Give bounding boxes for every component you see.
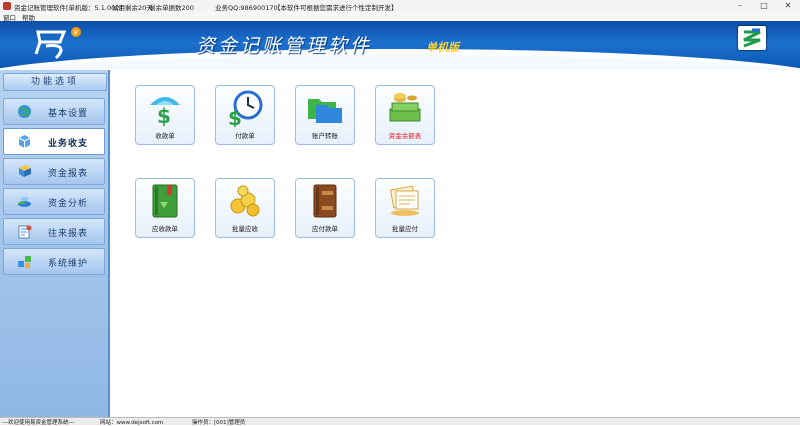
money-stack-icon (389, 93, 421, 122)
account-transfer-tile[interactable]: 账户转账 (295, 85, 355, 145)
coins-icon (230, 185, 260, 217)
svg-text:$: $ (228, 106, 242, 127)
gears-icon (18, 256, 31, 268)
tile-label: 资金余额表 (388, 132, 422, 140)
status-website: 网站：www.dejsoft.com (100, 420, 164, 426)
banner: ¥ 资金记账管理软件 单机版 (0, 21, 800, 70)
tile-label: 账户转账 (312, 132, 338, 140)
brown-book-icon (313, 184, 337, 218)
business-qq: 业务QQ:986900170 (215, 4, 278, 12)
documents-icon (390, 185, 419, 216)
folders-icon (308, 99, 342, 123)
tile-label: 批量应收 (232, 225, 258, 233)
maximize-icon[interactable]: □ (752, 0, 776, 12)
sidebar-item-fund-analysis[interactable]: 资金分析 (3, 188, 105, 215)
payment-tile[interactable]: $ 付款单 (215, 85, 275, 145)
dollar-umbrella-icon: $ (150, 97, 180, 127)
tile-label: 应付款单 (312, 225, 338, 233)
sidebar-item-system-maintenance[interactable]: 系统维护 (3, 248, 105, 275)
sidebar: 功能选项 基本设置 业务收支 资金报表 资金分析 往来报表 系统维护 (0, 70, 110, 417)
sidebar-item-label: 业务收支 (48, 139, 89, 149)
payable-tile[interactable]: 应付款单 (295, 178, 355, 238)
sidebar-item-label: 往来报表 (48, 229, 89, 239)
title-bar: 资金记账管理软件[单机版：5.1.002] 试用剩余20天 剩余单据数200 业… (0, 0, 800, 12)
dollar-clock-icon: $ (228, 90, 263, 127)
sidebar-item-label: 系统维护 (48, 259, 89, 269)
tile-label: 付款单 (235, 132, 255, 140)
brand-logo-icon (738, 26, 766, 50)
custom-notice: 【本软件可根据您需求进行个性定制开发】 (274, 4, 398, 12)
banner-subtitle: 单机版 (426, 41, 459, 54)
window-title: 资金记账管理软件[单机版：5.1.002] (14, 4, 122, 12)
fund-balance-tile[interactable]: 资金余额表 (375, 85, 435, 145)
app-logo-icon: ¥ (34, 27, 81, 60)
trial-days: 试用剩余20天 (112, 4, 153, 12)
close-icon[interactable]: ✕ (776, 0, 800, 12)
cube-icon (18, 135, 31, 148)
receipt-tile[interactable]: $ 收款单 (135, 85, 195, 145)
sidebar-item-fund-report[interactable]: 资金报表 (3, 158, 105, 185)
sidebar-item-basic-settings[interactable]: 基本设置 (3, 98, 105, 125)
svg-text:$: $ (157, 104, 171, 127)
status-operator: 操作员：[001]管理员 (192, 420, 246, 426)
main-panel: $ 收款单 $ 付款单 账户转账 资金余额表 应收款单 批量应收 应付款单 批量… (110, 70, 800, 417)
sidebar-item-account-report[interactable]: 往来报表 (3, 218, 105, 245)
sidebar-item-business[interactable]: 业务收支 (3, 128, 105, 155)
sidebar-item-label: 资金报表 (48, 169, 89, 179)
batch-receivable-tile[interactable]: 批量应收 (215, 178, 275, 238)
sidebar-item-label: 基本设置 (48, 109, 89, 119)
tile-label: 收款单 (155, 132, 175, 140)
batch-payable-tile[interactable]: 批量应付 (375, 178, 435, 238)
banner-title: 资金记账管理软件 (196, 35, 373, 57)
menu-bar: 窗口 帮助 (0, 12, 800, 22)
sidebar-header: 功能选项 (3, 73, 107, 91)
trial-count: 剩余单据数200 (149, 4, 194, 12)
minimize-icon[interactable]: – (728, 0, 752, 12)
chart-icon (18, 197, 31, 207)
tile-label: 应收款单 (152, 225, 178, 233)
report-icon (18, 225, 32, 239)
tile-label: 批量应付 (392, 225, 418, 233)
green-book-icon (152, 184, 178, 218)
receivable-tile[interactable]: 应收款单 (135, 178, 195, 238)
app-icon (3, 2, 11, 10)
table-icon (19, 165, 31, 177)
globe-icon (18, 105, 31, 118)
sidebar-item-label: 资金分析 (48, 199, 89, 209)
svg-text:¥: ¥ (74, 29, 79, 37)
status-welcome: ---欢迎使用易资金管理系统--- (2, 420, 75, 426)
